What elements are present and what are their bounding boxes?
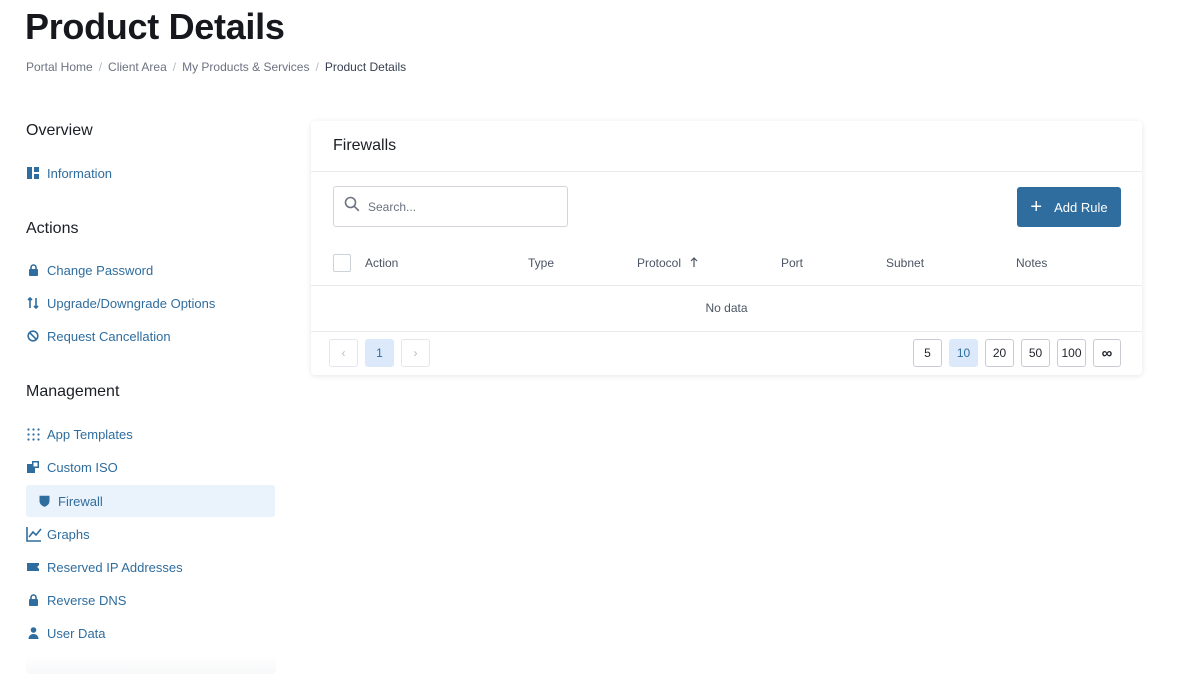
grid-dots-icon [26, 427, 40, 441]
page-size-100[interactable]: 100 [1057, 339, 1086, 367]
search-input[interactable] [368, 199, 548, 214]
sidebar-item-label: Information [47, 165, 113, 181]
sidebar-item-reverse-dns[interactable]: Reverse DNS [26, 584, 126, 616]
user-icon [26, 626, 40, 640]
sort-icon [26, 296, 40, 310]
column-header-notes[interactable]: Notes [1016, 256, 1047, 270]
shield-icon [37, 494, 51, 508]
card-title: Firewalls [333, 137, 397, 154]
card-header-divider [311, 171, 1142, 172]
column-header-port[interactable]: Port [781, 256, 803, 270]
page-size-5[interactable]: 5 [913, 339, 942, 367]
sidebar-item-reserved-ip[interactable]: Reserved IP Addresses [26, 551, 183, 583]
table-header: Action Type Protocol Port Subnet Notes [311, 243, 1142, 285]
sidebar-item-label: App Templates [47, 426, 133, 442]
prev-page-button[interactable]: ‹ [329, 339, 358, 367]
select-all-checkbox[interactable] [333, 254, 351, 272]
sidebar-item-label: Upgrade/Downgrade Options [47, 295, 216, 311]
add-rule-button[interactable]: + Add Rule [1017, 187, 1121, 227]
breadcrumb-current: Product Details [324, 60, 407, 74]
plus-icon: + [1030, 196, 1043, 218]
sidebar-item-custom-iso[interactable]: Custom ISO [26, 451, 118, 483]
column-header-action[interactable]: Action [365, 256, 398, 270]
column-header-subnet[interactable]: Subnet [886, 256, 924, 270]
sort-ascending-icon [690, 256, 698, 270]
sidebar-item-upgrade-downgrade[interactable]: Upgrade/Downgrade Options [26, 287, 215, 319]
sidebar-item-request-cancellation[interactable]: Request Cancellation [26, 320, 171, 352]
table-header-divider [311, 285, 1142, 286]
breadcrumb: Portal Home / Client Area / My Products … [26, 60, 406, 74]
dashboard-icon [26, 166, 40, 180]
breadcrumb-separator: / [98, 60, 103, 74]
ticket-icon [26, 560, 40, 574]
column-header-protocol[interactable]: Protocol [637, 256, 698, 270]
sidebar-bottom-shadow [26, 655, 276, 674]
breadcrumb-my-products[interactable]: My Products & Services [182, 60, 309, 74]
page-size-10[interactable]: 10 [949, 339, 978, 367]
lock-icon [26, 263, 40, 277]
sidebar-item-label: Change Password [47, 262, 154, 278]
breadcrumb-portal-home[interactable]: Portal Home [26, 60, 93, 74]
page-title: Product Details [25, 6, 285, 47]
chart-line-icon [26, 526, 42, 542]
empty-state-text: No data [705, 301, 748, 315]
section-title-actions: Actions [26, 220, 79, 237]
section-title-overview: Overview [26, 122, 93, 139]
disc-icon [26, 460, 40, 474]
ban-icon [26, 329, 40, 343]
sidebar-item-label: Reverse DNS [47, 592, 127, 608]
column-header-label: Protocol [637, 256, 682, 270]
page-size-all[interactable]: ∞ [1093, 339, 1121, 367]
sidebar-item-label: Request Cancellation [47, 328, 171, 344]
sidebar-item-graphs[interactable]: Graphs [26, 518, 90, 550]
sidebar-item-label: Reserved IP Addresses [47, 559, 183, 575]
table-footer-divider [311, 331, 1142, 332]
sidebar-item-label: Firewall [58, 493, 103, 509]
sidebar-item-label: Graphs [47, 526, 90, 542]
search-icon [344, 196, 360, 217]
add-rule-label: Add Rule [1054, 199, 1108, 215]
page-size-50[interactable]: 50 [1021, 339, 1050, 367]
sidebar-item-firewall[interactable]: Firewall [26, 485, 275, 517]
search-box [333, 186, 568, 227]
sidebar-item-app-templates[interactable]: App Templates [26, 418, 133, 450]
breadcrumb-client-area[interactable]: Client Area [108, 60, 167, 74]
sidebar-item-change-password[interactable]: Change Password [26, 254, 153, 286]
sidebar-item-label: Custom ISO [47, 459, 118, 475]
breadcrumb-separator: / [172, 60, 177, 74]
sidebar-item-information[interactable]: Information [26, 157, 112, 189]
breadcrumb-separator: / [315, 60, 319, 74]
page-button[interactable]: 1 [365, 339, 394, 367]
sidebar-item-label: User Data [47, 625, 106, 641]
firewalls-card: Firewalls + Add Rule Action Type Protoco… [311, 121, 1142, 375]
next-page-button[interactable]: › [401, 339, 430, 367]
column-header-type[interactable]: Type [528, 256, 554, 270]
page-size-20[interactable]: 20 [985, 339, 1014, 367]
sidebar-item-user-data[interactable]: User Data [26, 617, 106, 649]
section-title-management: Management [26, 383, 120, 400]
lock-icon [26, 593, 40, 607]
